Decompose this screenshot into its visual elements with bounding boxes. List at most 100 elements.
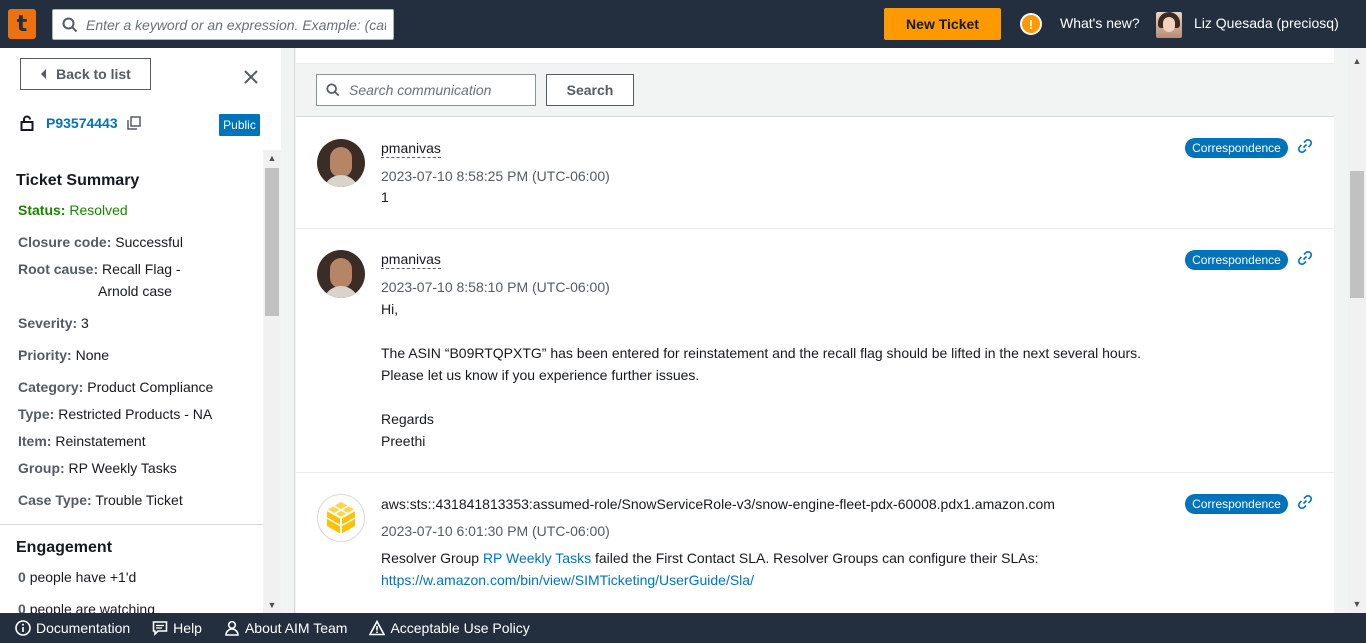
sidebar-scrollbar-thumb[interactable] (265, 168, 279, 316)
link-icon[interactable] (1297, 250, 1313, 266)
avatar (317, 250, 365, 298)
correspondence-badge: Correspondence (1185, 250, 1288, 270)
panel-gutter (281, 48, 295, 613)
category-row: Category: Product Compliance (18, 379, 213, 395)
message-item: aws:sts::431841813353:assumed-role/SnowS… (296, 473, 1334, 613)
ticket-id[interactable]: P93574443 (46, 115, 118, 131)
sidebar-scrollbar[interactable]: ▲ ▼ (263, 150, 281, 613)
person-icon (225, 620, 239, 636)
close-icon[interactable] (242, 68, 260, 86)
avatar (317, 139, 365, 187)
scroll-down-arrow[interactable]: ▼ (267, 600, 277, 610)
link-icon[interactable] (1297, 494, 1313, 510)
priority-row: Priority: None (18, 347, 109, 363)
status-label: Status: (18, 202, 66, 218)
root-cause-row: Root cause: Recall Flag - (18, 261, 181, 277)
info-icon (15, 620, 31, 636)
whats-new-link[interactable]: What's new? (1060, 15, 1140, 31)
severity-row: Severity: 3 (18, 315, 89, 331)
type-label: Type: (18, 406, 55, 422)
message-author[interactable]: aws:sts::431841813353:assumed-role/SnowS… (381, 496, 1055, 513)
visibility-badge: Public (219, 114, 260, 136)
item-row: Item: Reinstatement (18, 433, 146, 449)
communication-panel: Search pmanivas 2023-07-10 8:58:25 PM (U… (296, 48, 1334, 613)
global-search[interactable] (52, 9, 394, 40)
root-cause-label: Root cause: (18, 261, 99, 277)
scroll-down-arrow[interactable]: ▼ (1352, 599, 1362, 609)
item-value: Reinstatement (55, 433, 146, 449)
alert-icon[interactable]: ! (1020, 13, 1042, 35)
group-label: Group: (18, 460, 65, 476)
plus-one-count: 0 (18, 569, 26, 585)
user-avatar[interactable] (1156, 12, 1182, 38)
footer-bar: Documentation Help About AIM Team Accept… (0, 613, 1366, 643)
ticket-sidebar: Back to list P93574443 Public Ticket Sum… (0, 48, 281, 613)
aws-service-avatar (317, 494, 365, 542)
main-scrollbar[interactable]: ▲ ▼ (1348, 48, 1366, 613)
new-ticket-button[interactable]: New Ticket (884, 8, 1001, 40)
top-navigation-bar: t New Ticket ! What's new? Liz Quesada (… (0, 0, 1366, 48)
case-type-value: Trouble Ticket (95, 492, 183, 508)
watching-row: 0 people are watching (18, 601, 155, 613)
sidebar-scroll-area: Ticket Summary Status: Resolved Closure … (0, 150, 281, 613)
watching-count: 0 (18, 601, 26, 613)
group-value: RP Weekly Tasks (68, 460, 177, 476)
sidebar-header: Back to list P93574443 Public (0, 48, 281, 150)
message-author[interactable]: pmanivas (381, 251, 441, 269)
message-timestamp: 2023-07-10 8:58:25 PM (UTC-06:00) (381, 168, 610, 184)
message-timestamp: 2023-07-10 8:58:10 PM (UTC-06:00) (381, 279, 610, 295)
closure-code-row: Closure code: Successful (18, 234, 183, 250)
priority-value: None (75, 347, 110, 363)
correspondence-badge: Correspondence (1185, 494, 1288, 514)
severity-value: 3 (81, 315, 89, 331)
scroll-up-arrow[interactable]: ▲ (267, 153, 277, 163)
about-link[interactable]: About AIM Team (224, 620, 347, 636)
global-search-input[interactable] (86, 16, 386, 33)
scroll-up-arrow[interactable]: ▲ (1352, 56, 1362, 66)
message-author[interactable]: pmanivas (381, 140, 441, 158)
copy-icon[interactable] (126, 116, 141, 130)
chevron-left-icon (41, 69, 47, 79)
search-button[interactable]: Search (546, 74, 634, 106)
status-row: Status: Resolved (18, 202, 128, 218)
status-value: Resolved (69, 202, 128, 218)
watching-text: people are watching (29, 601, 155, 613)
message-item: pmanivas 2023-07-10 8:58:10 PM (UTC-06:0… (296, 229, 1334, 473)
ticket-id-row: P93574443 (20, 115, 141, 131)
policy-label: Acceptable Use Policy (390, 620, 530, 636)
back-to-list-button[interactable]: Back to list (20, 58, 151, 90)
root-cause-value: Recall Flag - (102, 261, 181, 277)
body-suffix: failed the First Contact SLA. Resolver G… (591, 550, 1039, 566)
category-value: Product Compliance (87, 379, 214, 395)
message-body-line: Please let us know if you experience fur… (381, 367, 700, 383)
chat-icon (152, 621, 168, 636)
type-value: Restricted Products - NA (58, 406, 213, 422)
sla-guide-link[interactable]: https://w.amazon.com/bin/view/SIMTicketi… (381, 572, 754, 588)
documentation-link[interactable]: Documentation (15, 620, 130, 636)
link-icon[interactable] (1297, 138, 1313, 154)
lock-icon (20, 115, 34, 131)
section-divider (0, 524, 263, 525)
body-prefix: Resolver Group (381, 550, 483, 566)
documentation-label: Documentation (36, 620, 131, 636)
engagement-title: Engagement (16, 539, 113, 556)
plus-one-text: people have +1'd (29, 569, 137, 585)
correspondence-badge: Correspondence (1185, 138, 1288, 158)
communication-search-input[interactable] (349, 82, 529, 98)
help-link[interactable]: Help (152, 620, 202, 636)
communication-search[interactable] (316, 74, 536, 106)
ticket-summary-title: Ticket Summary (16, 172, 140, 189)
communication-search-bar: Search (296, 63, 1334, 117)
user-menu[interactable]: Liz Quesada (preciosq) (1194, 15, 1339, 31)
message-body: 1 (381, 189, 389, 205)
ticket-summary: Ticket Summary Status: Resolved Closure … (0, 150, 263, 613)
closure-code-label: Closure code: (18, 234, 112, 250)
message-body-line: Hi, (381, 301, 399, 317)
resolver-group-link[interactable]: RP Weekly Tasks (483, 550, 591, 566)
app-logo[interactable]: t (8, 9, 36, 39)
main-scrollbar-thumb[interactable] (1350, 171, 1364, 298)
case-type-label: Case Type: (18, 492, 92, 508)
policy-link[interactable]: Acceptable Use Policy (369, 620, 530, 636)
warning-icon (369, 620, 386, 636)
message-body: Resolver Group RP Weekly Tasks failed th… (381, 547, 1039, 591)
